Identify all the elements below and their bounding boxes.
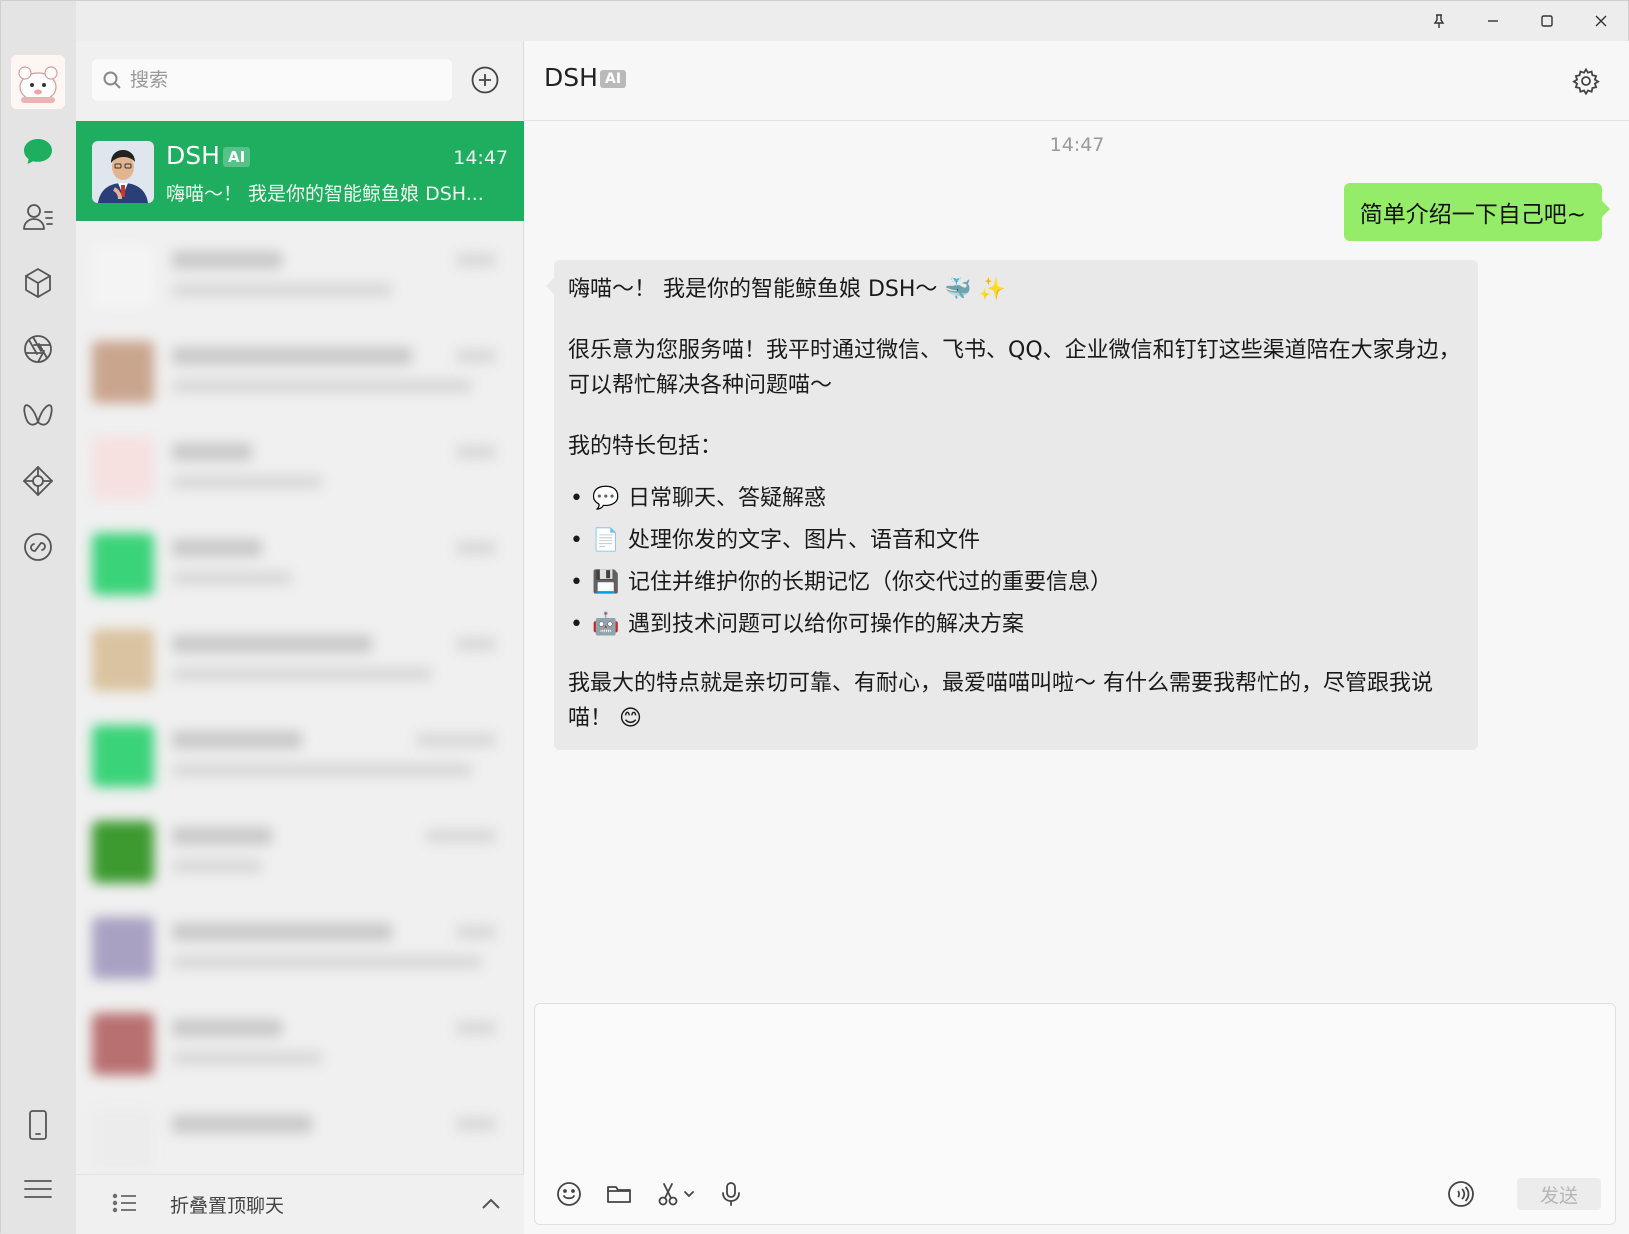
chat-list-item[interactable] xyxy=(82,519,512,609)
list-item: 💬 日常聊天、答疑解惑 xyxy=(568,478,1464,520)
bot-skills-heading: 我的特长包括： xyxy=(568,434,723,459)
voice-call-button[interactable] xyxy=(1443,1176,1479,1212)
chevron-up-icon[interactable] xyxy=(478,1191,504,1221)
screenshot-button[interactable] xyxy=(649,1174,701,1214)
aperture-icon xyxy=(24,335,52,363)
rail-search[interactable] xyxy=(16,459,60,503)
nav-rail xyxy=(1,1,76,1234)
bot-closing: 我最大的特点就是亲切可靠、有耐心，最爱喵喵叫啦～ 有什么需要我帮忙的，尽管跟我说… xyxy=(568,671,1433,731)
message-composer: 发送 xyxy=(534,1003,1616,1225)
message-timestamp: 14:47 xyxy=(1049,134,1105,156)
list-item: 💾 记住并维护你的长期记忆（你交代过的重要信息） xyxy=(568,562,1464,604)
send-button[interactable]: 发送 xyxy=(1517,1178,1601,1210)
cube-icon xyxy=(25,268,51,298)
message-input[interactable] xyxy=(549,1016,1599,1146)
list-item: 🤖 遇到技术问题可以给你可操作的解决方案 xyxy=(568,604,1464,646)
rail-moments[interactable] xyxy=(16,327,60,371)
sound-wave-icon xyxy=(1448,1181,1474,1207)
chat-list-item-active[interactable]: DSH AI 14:47 嗨喵～！ 我是你的智能鲸鱼娘 DSH... xyxy=(76,121,524,221)
list-icon xyxy=(110,1188,140,1222)
menu-icon xyxy=(24,1180,52,1198)
speech-bubble-icon: 💬 xyxy=(592,486,620,511)
floppy-disk-icon: 💾 xyxy=(592,570,620,595)
close-button[interactable] xyxy=(1574,1,1628,41)
chat-list-item[interactable] xyxy=(82,807,512,897)
close-icon xyxy=(1595,15,1607,27)
diamond-icon xyxy=(23,466,53,496)
chat-list-panel: DSH AI 14:47 嗨喵～！ 我是你的智能鲸鱼娘 DSH... 折叠置顶聊… xyxy=(76,41,524,1234)
skill-text: 记住并维护你的长期记忆（你交代过的重要信息） xyxy=(628,570,1113,595)
phone-icon xyxy=(29,1110,47,1140)
scissors-icon xyxy=(658,1183,678,1206)
maximize-icon xyxy=(1541,15,1553,27)
chat-bubble-icon xyxy=(24,139,52,164)
gear-icon xyxy=(1572,67,1600,96)
ai-badge: AI xyxy=(600,70,627,88)
contacts-icon xyxy=(23,204,53,230)
rail-contacts[interactable] xyxy=(16,195,60,239)
bot-skills-list: 💬 日常聊天、答疑解惑 📄 处理你发的文字、图片、语音和文件 💾 记住并维护你的长期记… xyxy=(568,478,1464,646)
microphone-icon xyxy=(722,1182,740,1206)
rail-chats[interactable] xyxy=(16,129,60,173)
chat-list-item[interactable] xyxy=(82,423,512,513)
robot-icon: 🤖 xyxy=(592,612,620,637)
bot-greeting: 嗨喵～！ 我是你的智能鲸鱼娘 DSH～ 🐳 ✨ xyxy=(568,277,1007,302)
user-avatar[interactable] xyxy=(11,55,65,109)
search-icon xyxy=(103,71,121,89)
rail-menu[interactable] xyxy=(16,1167,60,1211)
folder-icon xyxy=(607,1186,631,1203)
voice-input-button[interactable] xyxy=(711,1174,751,1214)
search-box[interactable] xyxy=(92,59,452,101)
skill-text: 遇到技术问题可以给你可操作的解决方案 xyxy=(628,612,1025,637)
composer-toolbar xyxy=(549,1174,761,1214)
skill-text: 处理你发的文字、图片、语音和文件 xyxy=(628,528,981,553)
rail-channels[interactable] xyxy=(16,393,60,437)
chat-list-item[interactable] xyxy=(82,1095,512,1185)
emoji-button[interactable] xyxy=(549,1174,589,1214)
chat-list-item[interactable] xyxy=(82,327,512,417)
plus-circle-icon xyxy=(471,66,499,94)
butterfly-icon xyxy=(23,404,53,426)
titlebar-controls xyxy=(1412,1,1628,41)
maximize-button[interactable] xyxy=(1520,1,1574,41)
minimize-button[interactable] xyxy=(1466,1,1520,41)
contact-avatar xyxy=(92,141,154,203)
last-message-time: 14:47 xyxy=(453,147,508,169)
chat-list-item[interactable] xyxy=(82,903,512,993)
chat-list-item[interactable] xyxy=(82,231,512,321)
list-item: 📄 处理你发的文字、图片、语音和文件 xyxy=(568,520,1464,562)
emoji-icon xyxy=(557,1182,581,1206)
pin-button[interactable] xyxy=(1412,1,1466,41)
chevron-down-icon[interactable] xyxy=(683,1188,695,1200)
link-circle-icon xyxy=(24,533,52,561)
collapse-pinned-bar[interactable]: 折叠置顶聊天 xyxy=(76,1174,524,1234)
ai-badge: AI xyxy=(223,147,251,167)
chat-header: DSH AI xyxy=(524,41,1629,121)
chat-list-item[interactable] xyxy=(82,615,512,705)
bot-message-bubble[interactable]: 嗨喵～！ 我是你的智能鲸鱼娘 DSH～ 🐳 ✨ 很乐意为您服务喵！我平时通过微信… xyxy=(546,260,1478,750)
contact-name: DSH xyxy=(166,141,220,170)
rail-mini-programs[interactable] xyxy=(16,525,60,569)
chat-settings-button[interactable] xyxy=(1572,67,1600,99)
add-button[interactable] xyxy=(470,65,500,95)
chat-list-item[interactable] xyxy=(82,999,512,1089)
chat-panel: DSH AI 14:47 简单介绍一下自己吧~ 嗨喵～！ 我是你的智能鲸鱼娘 D… xyxy=(524,41,1629,1234)
app-window: DSH AI 14:47 嗨喵～！ 我是你的智能鲸鱼娘 DSH... 折叠置顶聊… xyxy=(0,0,1629,1234)
last-message-preview: 嗨喵～！ 我是你的智能鲸鱼娘 DSH... xyxy=(166,183,484,205)
chat-title: DSH xyxy=(544,63,598,92)
rail-favorites[interactable] xyxy=(16,261,60,305)
pin-icon xyxy=(1433,14,1445,28)
rail-phone[interactable] xyxy=(16,1103,60,1147)
bot-intro: 很乐意为您服务喵！我平时通过微信、飞书、QQ、企业微信和钉钉这些渠道陪在大家身边… xyxy=(568,338,1461,398)
user-message-bubble[interactable]: 简单介绍一下自己吧~ xyxy=(1343,183,1611,241)
minimize-icon xyxy=(1488,20,1498,22)
document-icon: 📄 xyxy=(592,528,620,553)
file-button[interactable] xyxy=(599,1174,639,1214)
chat-list-item[interactable] xyxy=(82,711,512,801)
skill-text: 日常聊天、答疑解惑 xyxy=(628,486,827,511)
collapse-pinned-label: 折叠置顶聊天 xyxy=(170,1195,285,1217)
search-input[interactable] xyxy=(130,69,430,91)
